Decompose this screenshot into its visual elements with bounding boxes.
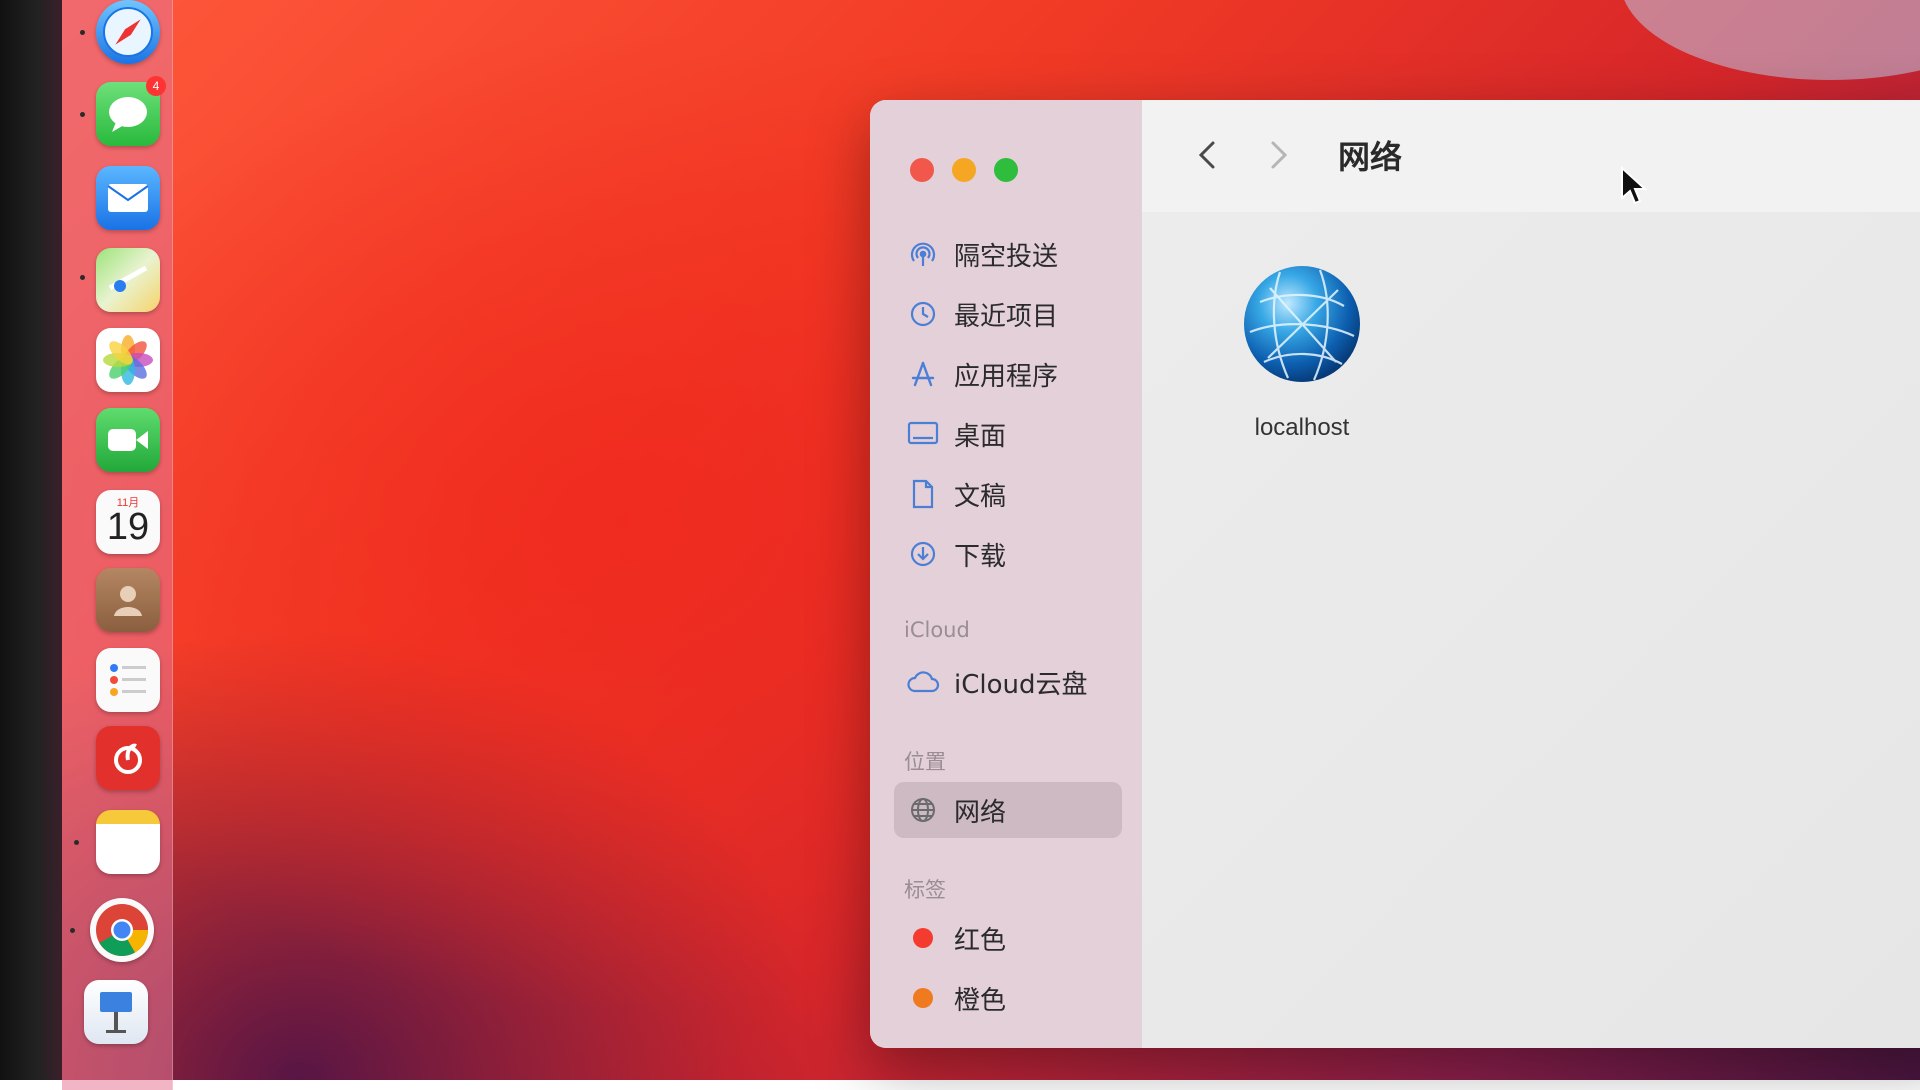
reminders-icon[interactable]	[96, 648, 160, 712]
airdrop-icon	[906, 237, 940, 271]
sidebar-item-icloud-drive[interactable]: iCloud云盘	[894, 654, 1122, 710]
facetime-icon[interactable]	[96, 408, 160, 472]
calendar-day: 19	[106, 506, 150, 548]
wallpaper-curve	[1620, 0, 1920, 80]
messages-icon[interactable]: 4	[96, 76, 166, 146]
mouse-cursor-icon	[1621, 166, 1648, 205]
sidebar-item-label: 应用程序	[954, 361, 1059, 392]
screen-bezel	[0, 0, 62, 1080]
sidebar-item-recents[interactable]: 最近项目	[894, 286, 1122, 342]
calendar-icon[interactable]: 11月 19	[96, 490, 160, 554]
sidebar-item-label: iCloud云盘	[954, 669, 1088, 700]
zoom-button[interactable]	[994, 158, 1018, 182]
photos-icon[interactable]	[96, 328, 160, 392]
sidebar-item-label: 橙色	[954, 985, 1007, 1016]
maps-icon[interactable]	[96, 248, 160, 312]
download-icon	[906, 537, 940, 571]
minimize-button[interactable]	[952, 158, 976, 182]
safari-icon[interactable]	[96, 0, 160, 64]
finder-window: 隔空投送 最近项目 应用程序 桌面 文稿 下载 iCloud iCloud云盘 …	[870, 100, 1920, 1048]
sidebar-section-locations: 位置	[904, 750, 946, 774]
desktop-icon	[906, 417, 940, 451]
notes-icon[interactable]	[96, 810, 160, 874]
sidebar-item-tag-orange[interactable]: 橙色	[894, 970, 1122, 1026]
network-icon	[906, 793, 940, 827]
cloud-icon	[906, 665, 940, 699]
applications-icon	[906, 357, 940, 391]
contacts-icon[interactable]	[96, 568, 160, 632]
sidebar-item-label: 最近项目	[954, 301, 1059, 332]
red-tag-icon	[906, 921, 940, 955]
keynote-icon[interactable]	[84, 980, 148, 1044]
sidebar-item-label: 红色	[954, 925, 1007, 956]
file-item-localhost[interactable]: localhost	[1202, 262, 1402, 462]
sidebar-item-label: 桌面	[954, 421, 1007, 452]
network-globe-icon	[1244, 266, 1360, 382]
back-button[interactable]	[1182, 130, 1232, 180]
sidebar: 隔空投送 最近项目 应用程序 桌面 文稿 下载 iCloud iCloud云盘 …	[870, 100, 1143, 1048]
clock-icon	[906, 297, 940, 331]
sidebar-item-label: 隔空投送	[954, 241, 1059, 272]
sidebar-item-label: 网络	[954, 797, 1007, 828]
netease-music-icon[interactable]	[96, 726, 160, 790]
chevron-left-icon	[1198, 141, 1215, 169]
sidebar-item-tag-red[interactable]: 红色	[894, 910, 1122, 966]
mail-icon[interactable]	[96, 166, 160, 230]
sidebar-section-tags: 标签	[904, 878, 946, 902]
close-button[interactable]	[910, 158, 934, 182]
file-item-label: localhost	[1254, 414, 1350, 441]
sidebar-item-airdrop[interactable]: 隔空投送	[894, 226, 1122, 282]
document-icon	[906, 477, 940, 511]
sidebar-item-downloads[interactable]: 下载	[894, 526, 1122, 582]
toolbar: 网络	[1142, 100, 1920, 213]
sidebar-item-applications[interactable]: 应用程序	[894, 346, 1122, 402]
orange-tag-icon	[906, 981, 940, 1015]
file-browser: localhost	[1142, 212, 1920, 1048]
sidebar-section-icloud: iCloud	[904, 618, 970, 642]
sidebar-item-desktop[interactable]: 桌面	[894, 406, 1122, 462]
chevron-right-icon	[1271, 141, 1288, 169]
sidebar-item-label: 文稿	[954, 481, 1007, 512]
sidebar-item-label: 下载	[954, 541, 1007, 572]
window-title: 网络	[1338, 138, 1403, 176]
dock: 4 11月 19	[62, 0, 173, 1090]
main-area: 网络 localhost	[1142, 100, 1920, 1048]
sidebar-item-documents[interactable]: 文稿	[894, 466, 1122, 522]
messages-badge: 4	[146, 76, 166, 96]
forward-button[interactable]	[1254, 130, 1304, 180]
chrome-icon[interactable]	[90, 898, 154, 962]
sidebar-item-network[interactable]: 网络	[894, 782, 1122, 838]
